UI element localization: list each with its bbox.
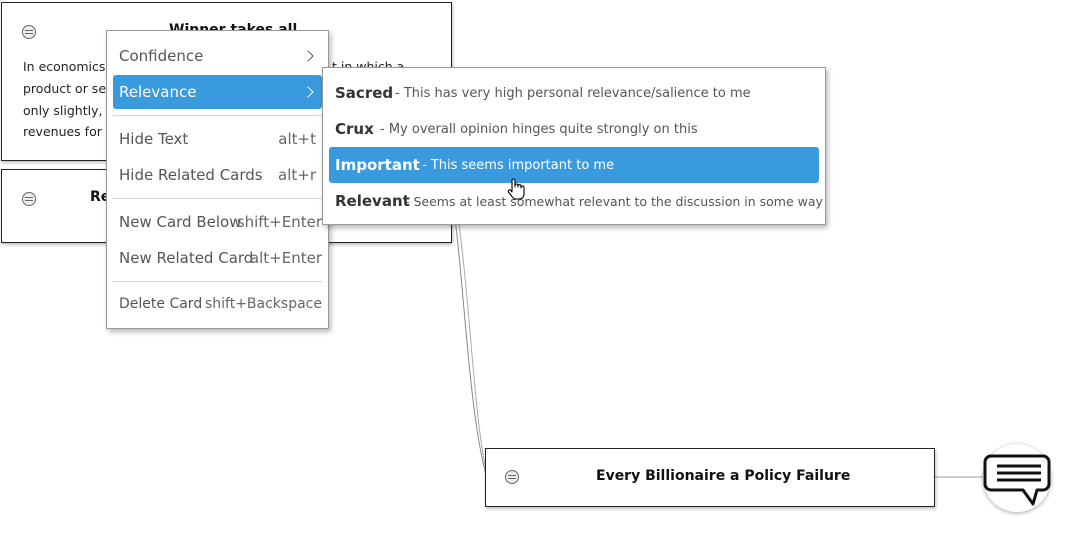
card-every-billionaire[interactable]: Every Billionaire a Policy Failure [485,448,935,507]
chat-bubble-icon [983,454,1051,506]
submenu-item-name: Important [335,156,420,174]
card-title: Every Billionaire a Policy Failure [596,468,851,484]
card-body-line-2: product or se [23,81,107,96]
submenu-item-desc: - This has very high personal relevance/… [395,86,751,101]
submenu-item-name: Sacred [335,84,394,102]
card-comment-icon[interactable] [22,25,36,39]
menu-item-new-related-card[interactable]: New Related Card alt+Enter [113,241,322,275]
card-comment-icon[interactable] [505,470,519,484]
chevron-right-icon [302,50,314,62]
submenu-item-name: Relevant [335,192,410,210]
submenu-item-sacred[interactable]: Sacred - This has very high personal rel… [329,75,819,111]
menu-item-relevance[interactable]: Relevance [113,75,322,109]
menu-separator [113,115,322,116]
card-body-line-1: In economics, [23,59,110,74]
submenu-item-name: Crux [335,120,374,138]
menu-item-shortcut: alt+t [278,130,316,148]
chat-button[interactable] [983,444,1051,512]
relevance-submenu: Sacred - This has very high personal rel… [322,67,826,225]
card-comment-icon[interactable] [22,192,36,206]
menu-item-label: New Related Card [119,249,254,267]
context-menu: Confidence Relevance Hide Text alt+t Hid… [106,30,329,329]
menu-item-label: Delete Card [119,296,203,312]
menu-item-new-card-below[interactable]: New Card Below shift+Enter [113,205,322,239]
menu-item-shortcut: shift+Enter [236,213,322,231]
card-body-line-3: only slightly, r [23,103,112,118]
submenu-item-relevant[interactable]: Relevant - Seems at least somewhat relev… [329,183,823,219]
menu-item-shortcut: shift+Backspace [204,296,322,312]
menu-item-label: Hide Text [119,130,189,148]
menu-separator [113,198,322,199]
menu-item-label: Confidence [119,47,204,65]
menu-item-confidence[interactable]: Confidence [113,39,322,73]
menu-item-delete-card[interactable]: Delete Card shift+Backspace [113,288,322,322]
submenu-item-desc: - This seems important to me [422,158,615,173]
menu-item-label: New Card Below [119,213,242,231]
menu-item-shortcut: alt+r [278,166,316,184]
menu-separator [113,281,322,282]
menu-item-hide-text[interactable]: Hide Text alt+t [113,122,322,156]
card-body-line-4: revenues for t [23,124,111,139]
submenu-item-desc: - My overall opinion hinges quite strong… [380,122,698,137]
submenu-item-crux[interactable]: Crux - My overall opinion hinges quite s… [329,111,819,147]
menu-item-label: Relevance [119,83,197,101]
hand-pointer-icon [507,178,525,200]
menu-item-shortcut: alt+Enter [249,249,322,267]
menu-item-label: Hide Related Cards [119,166,263,184]
menu-item-hide-related-cards[interactable]: Hide Related Cards alt+r [113,158,322,192]
chevron-right-icon [302,86,314,98]
submenu-item-important[interactable]: Important - This seems important to me [329,147,819,183]
submenu-item-desc: - Seems at least somewhat relevant to th… [405,194,823,209]
